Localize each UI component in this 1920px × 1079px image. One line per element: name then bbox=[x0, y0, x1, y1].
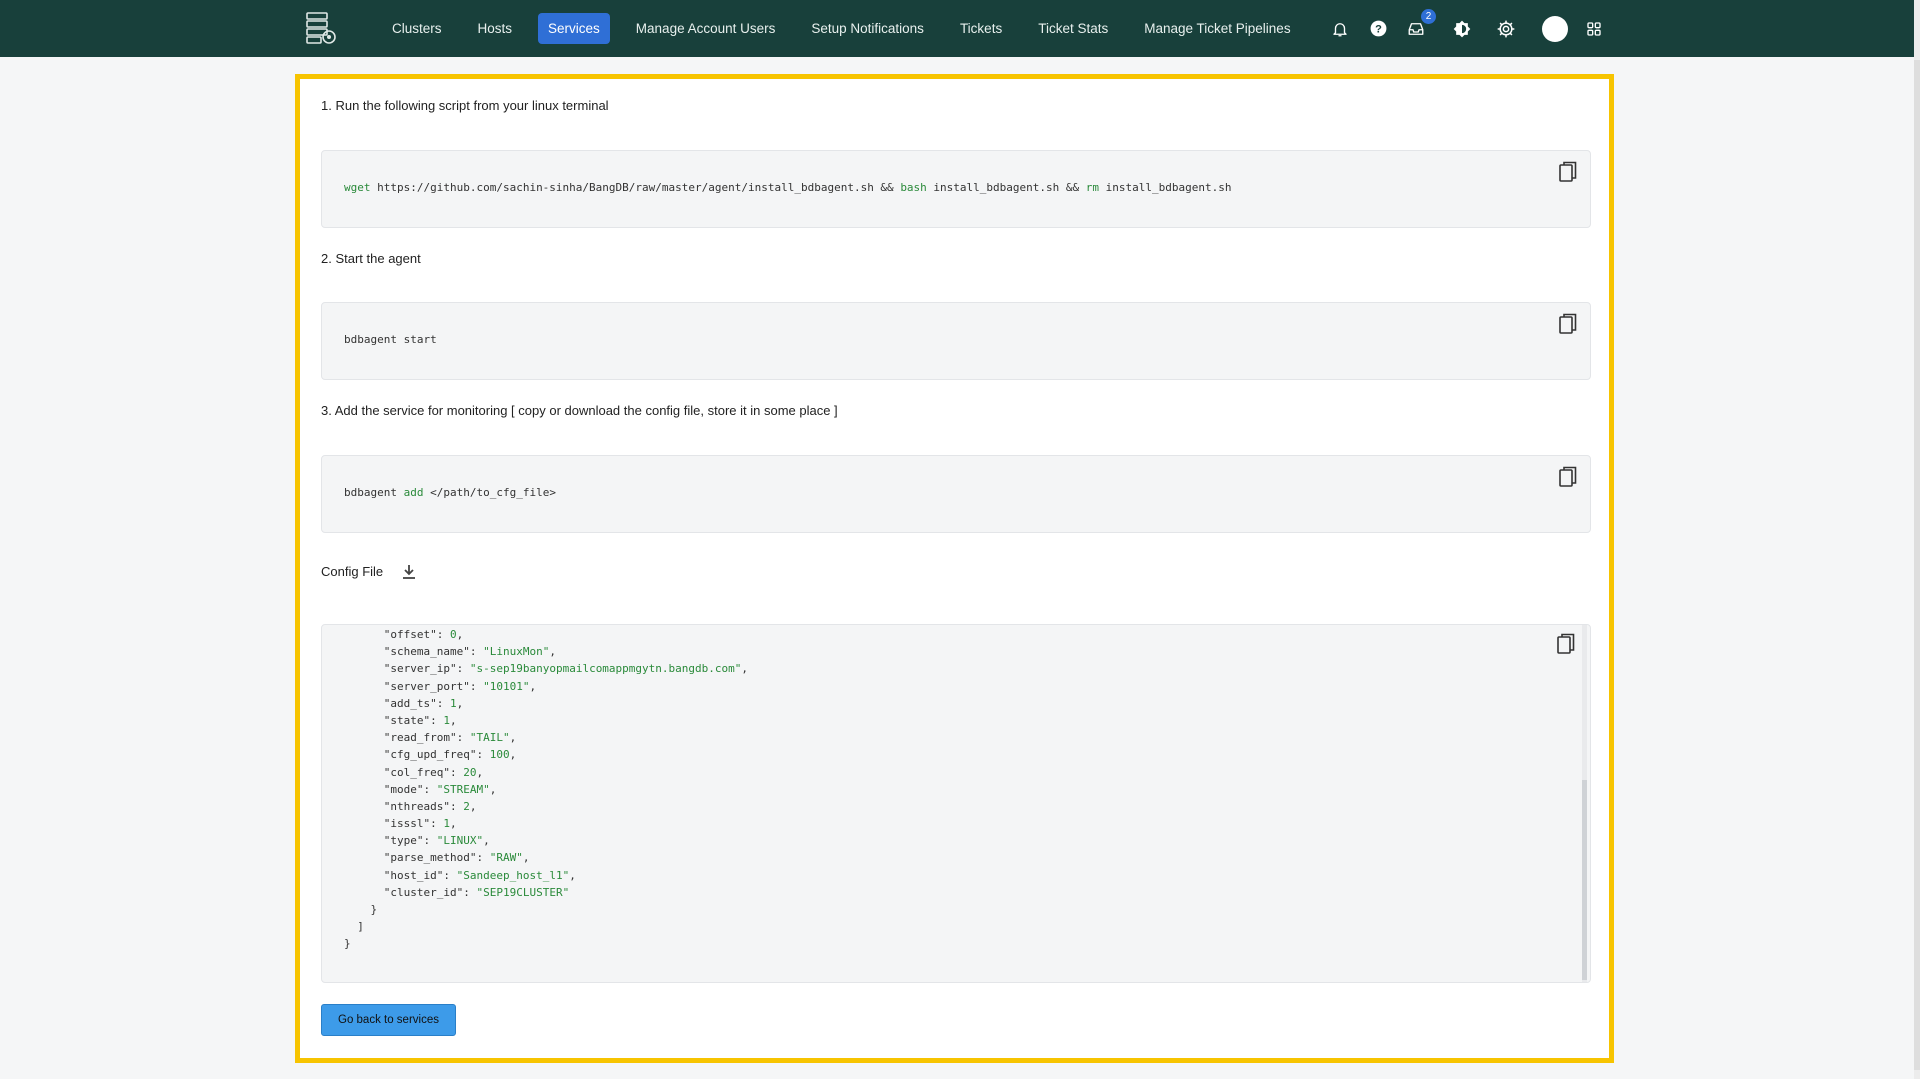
config-json-key: "isssl" bbox=[383, 817, 431, 831]
config-json-value: "LINUX" bbox=[436, 834, 484, 848]
copy-icon[interactable] bbox=[1558, 466, 1578, 488]
config-json-value: "Sandeep_host_l1" bbox=[456, 868, 570, 882]
config-json-value: "s-sep19banyopmailcomappmgytn.bangdb.com… bbox=[469, 662, 742, 676]
nav-tickets[interactable]: Tickets bbox=[942, 13, 1020, 44]
config-json-key: "type" bbox=[383, 834, 424, 848]
config-json-value: "STREAM" bbox=[436, 782, 490, 796]
nav-hosts[interactable]: Hosts bbox=[460, 13, 531, 44]
config-json-key: ] bbox=[357, 920, 364, 934]
copy-icon[interactable] bbox=[1558, 161, 1578, 183]
config-json-value: "LinuxMon" bbox=[483, 645, 550, 659]
config-json-key: "parse_method" bbox=[383, 851, 477, 865]
config-json-block[interactable]: "offset": 0, "schema_name": "LinuxMon", … bbox=[321, 624, 1591, 983]
config-json-line: ] bbox=[344, 918, 748, 935]
config-json-key: } bbox=[344, 937, 351, 951]
config-json-value: 2 bbox=[463, 799, 470, 813]
config-json-lines: "offset": 0, "schema_name": "LinuxMon", … bbox=[344, 626, 748, 953]
json-scrollbar-thumb[interactable] bbox=[1582, 780, 1587, 980]
nav-ticket-stats[interactable]: Ticket Stats bbox=[1020, 13, 1126, 44]
config-json-value: 1 bbox=[443, 817, 450, 831]
config-json-value: 1 bbox=[443, 713, 450, 727]
avatar[interactable] bbox=[1542, 15, 1568, 42]
config-json-value: "SEP19CLUSTER" bbox=[476, 885, 570, 899]
config-json-value: "RAW" bbox=[489, 851, 523, 865]
config-json-value: 0 bbox=[449, 628, 457, 641]
config-json-key: "server_ip" bbox=[383, 662, 457, 676]
config-json-key: "host_id" bbox=[383, 868, 444, 882]
install-command: wget https://github.com/sachin-sinha/Ban… bbox=[344, 181, 1232, 194]
nav-manage-account-users[interactable]: Manage Account Users bbox=[618, 13, 794, 44]
config-json-value: "TAIL" bbox=[469, 731, 510, 745]
config-json-key: "add_ts" bbox=[383, 696, 437, 710]
start-command: bdbagent start bbox=[344, 333, 437, 346]
config-json-value: 100 bbox=[489, 748, 510, 762]
inbox-icon[interactable]: 2 bbox=[1404, 8, 1436, 41]
config-json-key: "read_from" bbox=[383, 731, 457, 745]
config-json-key: "nthreads" bbox=[383, 799, 450, 813]
config-json-value: "10101" bbox=[483, 679, 530, 693]
config-json-line: "schema_name": "LinuxMon", bbox=[383, 645, 556, 659]
config-json-line: } bbox=[344, 901, 748, 918]
nav-clusters[interactable]: Clusters bbox=[374, 13, 460, 44]
inbox-count-badge: 2 bbox=[1421, 8, 1436, 24]
copy-icon[interactable] bbox=[1556, 633, 1576, 655]
gear-icon[interactable] bbox=[1494, 17, 1518, 41]
config-json-line: } bbox=[344, 935, 748, 952]
apps-grid-icon[interactable] bbox=[1582, 17, 1606, 41]
config-json-key: } bbox=[370, 903, 378, 916]
config-json-line: "mode": "STREAM", bbox=[383, 782, 497, 796]
copy-icon[interactable] bbox=[1558, 313, 1578, 335]
install-code-block: wget https://github.com/sachin-sinha/Ban… bbox=[321, 150, 1591, 228]
logo-icon[interactable] bbox=[304, 11, 338, 45]
config-json-line: "read_from": "TAIL", bbox=[383, 731, 517, 745]
go-back-to-services-button[interactable]: Go back to services bbox=[321, 1004, 456, 1036]
config-json-key: "server_port" bbox=[383, 679, 470, 693]
header-actions: ? 2 bbox=[1328, 0, 1620, 57]
config-json-key: "mode" bbox=[383, 782, 424, 796]
config-json-line: "server_ip": "s-sep19banyopmailcomappmgy… bbox=[383, 662, 749, 676]
config-json-key: "col_freq" bbox=[383, 765, 450, 779]
nav-manage-ticket-pipelines[interactable]: Manage Ticket Pipelines bbox=[1126, 13, 1308, 44]
help-icon[interactable]: ? bbox=[1366, 17, 1390, 41]
step-3-text: 3. Add the service for monitoring [ copy… bbox=[321, 403, 838, 418]
step-2-text: 2. Start the agent bbox=[321, 251, 421, 266]
config-json-line: "col_freq": 20, bbox=[383, 765, 484, 779]
config-json-key: "cfg_upd_freq" bbox=[383, 748, 477, 762]
config-json-line: "cfg_upd_freq": 100, bbox=[383, 748, 517, 762]
config-json-line: "isssl": 1, bbox=[383, 817, 457, 831]
config-json-line: "nthreads": 2, bbox=[383, 799, 477, 813]
add-command: bdbagent add </path/to_cfg_file> bbox=[344, 486, 556, 499]
svg-text:?: ? bbox=[1375, 23, 1382, 35]
config-json-key: "cluster_id" bbox=[383, 885, 464, 899]
start-code-block: bdbagent start bbox=[321, 302, 1591, 380]
config-file-label: Config File bbox=[321, 564, 384, 579]
step-1-text: 1. Run the following script from your li… bbox=[321, 98, 609, 113]
config-json-line: "cluster_id": "SEP19CLUSTER" bbox=[383, 885, 570, 899]
nav-setup-notifications[interactable]: Setup Notifications bbox=[793, 13, 942, 44]
top-navbar: Clusters Hosts Services Manage Account U… bbox=[0, 0, 1914, 57]
config-json-line: "offset": 0, bbox=[383, 628, 464, 641]
config-json-key: "state" bbox=[383, 713, 431, 727]
config-json-line: "server_port": "10101", bbox=[383, 679, 537, 693]
nav-services[interactable]: Services bbox=[538, 13, 610, 44]
theme-toggle-icon[interactable] bbox=[1450, 17, 1474, 41]
config-json-key: "schema_name" bbox=[383, 645, 470, 659]
config-json-line: "type": "LINUX", bbox=[383, 834, 490, 848]
config-json-line: "state": 1, bbox=[383, 713, 457, 727]
add-code-block: bdbagent add </path/to_cfg_file> bbox=[321, 455, 1591, 533]
bell-icon[interactable] bbox=[1328, 17, 1352, 41]
main-nav: Clusters Hosts Services Manage Account U… bbox=[374, 0, 1309, 57]
page-scrollbar-thumb[interactable] bbox=[1914, 60, 1920, 1070]
config-json-value: 1 bbox=[449, 696, 457, 710]
config-json-line: "parse_method": "RAW", bbox=[383, 851, 530, 865]
download-icon[interactable] bbox=[400, 563, 418, 581]
config-json-line: "host_id": "Sandeep_host_l1", bbox=[383, 868, 576, 882]
config-json-key: "offset" bbox=[383, 628, 437, 641]
config-json-value: 20 bbox=[463, 765, 477, 779]
config-json-line: "add_ts": 1, bbox=[383, 696, 464, 710]
